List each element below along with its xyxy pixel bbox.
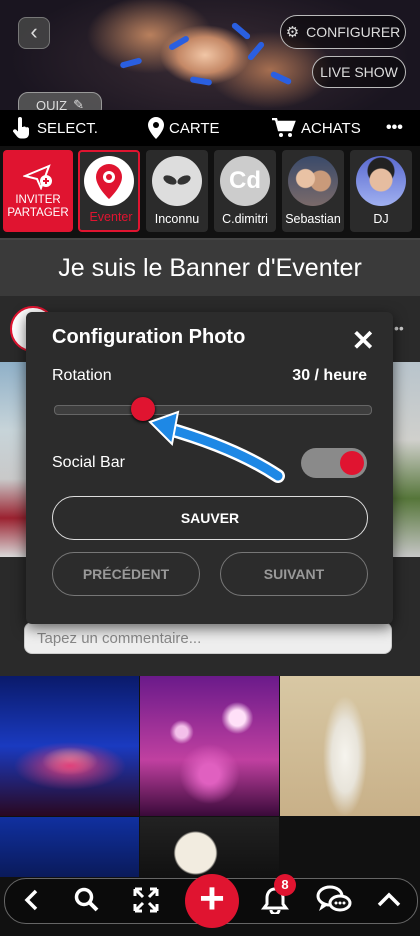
chevron-left-icon [24, 889, 38, 911]
more-menu-button[interactable]: ••• [386, 110, 403, 146]
map-pin-icon [148, 117, 164, 139]
story-item-cdimitri[interactable]: Cd C.dimitri [214, 150, 276, 232]
live-show-button[interactable]: LIVE SHOW [312, 56, 406, 88]
chat-button[interactable] [314, 878, 354, 922]
previous-label: PRÉCÉDENT [82, 566, 170, 582]
shop-label: ACHATS [301, 119, 361, 137]
story-name: Sebastian [285, 212, 341, 226]
story-name: Eventer [89, 210, 133, 224]
grid-photo[interactable] [0, 676, 139, 816]
top-nav: SELECT. CARTE ACHATS ••• [0, 110, 420, 146]
scroll-up-button[interactable] [374, 878, 404, 922]
shopping-cart-icon [272, 118, 296, 137]
map-label: CARTE [169, 119, 220, 137]
next-button[interactable]: SUIVANT [220, 552, 368, 596]
grid-photo[interactable] [140, 676, 279, 816]
grid-photo[interactable] [140, 817, 279, 877]
back-nav-button[interactable] [16, 878, 46, 922]
paper-plane-icon [21, 164, 52, 191]
post-more-icon[interactable]: •• [394, 320, 404, 336]
story-name: Inconnu [154, 212, 200, 226]
expand-icon [133, 887, 159, 913]
share-label: PARTAGER [7, 207, 69, 219]
story-item-inconnu[interactable]: Inconnu [146, 150, 208, 232]
pointer-hand-icon [12, 117, 29, 139]
rotation-value: 30 / heure [292, 367, 367, 384]
story-name: DJ [373, 212, 389, 226]
photo-config-modal: Configuration Photo ✕ Rotation 30 / heur… [26, 312, 393, 624]
event-banner: Je suis le Banner d'Eventer [0, 238, 420, 298]
story-name: C.dimitri [222, 212, 268, 226]
invite-label: INVITER [15, 194, 61, 206]
bottom-toolbar: + [0, 872, 420, 936]
select-label: SELECT. [37, 119, 98, 137]
toggle-knob [340, 451, 364, 475]
post-photo [0, 362, 26, 557]
map-nav-item[interactable]: CARTE [148, 110, 220, 146]
shop-nav-item[interactable]: ACHATS [272, 110, 361, 146]
chat-bubbles-icon [316, 885, 352, 912]
initials-avatar: Cd [220, 156, 270, 206]
close-icon[interactable]: ✕ [352, 324, 375, 357]
rotation-label: Rotation [52, 367, 112, 384]
comment-input[interactable]: Tapez un commentaire... [24, 622, 392, 654]
gear-icon: ⚙ [285, 24, 300, 41]
chevron-up-icon [377, 892, 401, 907]
comment-placeholder: Tapez un commentaire... [37, 629, 202, 647]
alien-avatar-icon [152, 156, 202, 206]
eventer-logo-icon [84, 156, 134, 206]
configure-label: CONFIGURER [306, 24, 401, 40]
invite-share-button[interactable]: INVITER PARTAGER [3, 150, 73, 232]
search-icon [74, 887, 99, 912]
avatar [288, 156, 338, 206]
avatar [356, 156, 406, 206]
add-button[interactable]: + [185, 874, 239, 928]
live-show-label: LIVE SHOW [320, 64, 398, 80]
plus-icon: + [199, 874, 225, 923]
post-photo [393, 362, 420, 557]
story-item-dj[interactable]: DJ [350, 150, 412, 232]
next-label: SUIVANT [263, 566, 325, 582]
arrow-pointer-icon [148, 410, 285, 483]
grid-photo [280, 817, 420, 877]
grid-photo[interactable] [0, 817, 139, 877]
configure-button[interactable]: ⚙ CONFIGURER [280, 15, 406, 49]
save-button[interactable]: SAUVER [52, 496, 368, 540]
fullscreen-button[interactable] [130, 878, 162, 922]
select-nav-item[interactable]: SELECT. [12, 110, 98, 146]
notification-badge: 8 [274, 874, 296, 896]
back-button[interactable]: ‹ [18, 17, 50, 49]
story-item-eventer[interactable]: Eventer [78, 150, 140, 232]
modal-title: Configuration Photo [52, 326, 246, 348]
previous-button[interactable]: PRÉCÉDENT [52, 552, 200, 596]
story-item-sebastian[interactable]: Sebastian [282, 150, 344, 232]
social-bar-label: Social Bar [52, 454, 125, 471]
more-icon: ••• [386, 119, 403, 136]
social-bar-toggle[interactable] [301, 448, 367, 478]
search-button[interactable] [70, 878, 104, 922]
chevron-left-icon: ‹ [30, 19, 38, 44]
save-label: SAUVER [180, 510, 240, 526]
banner-text: Je suis le Banner d'Eventer [58, 253, 362, 282]
grid-photo[interactable] [280, 676, 420, 816]
